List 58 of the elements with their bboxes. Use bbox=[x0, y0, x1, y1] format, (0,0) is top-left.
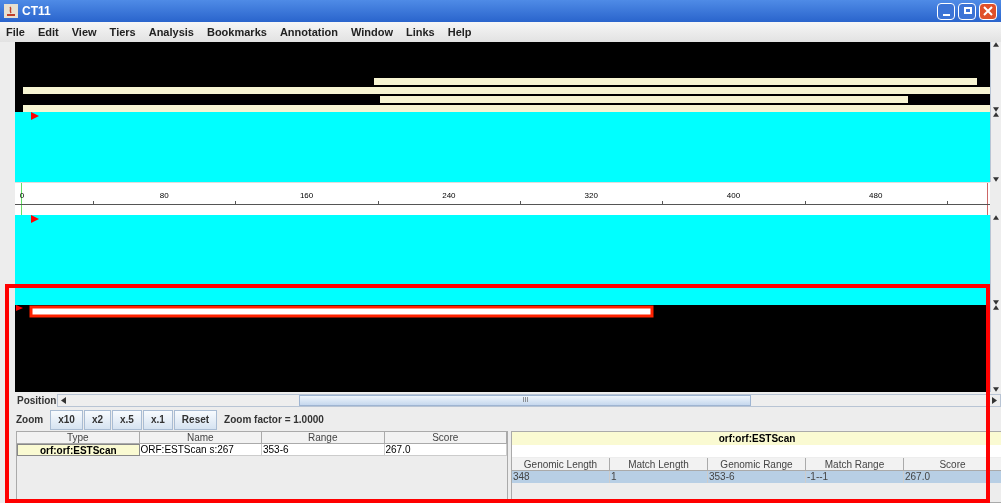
menu-item[interactable]: Window bbox=[350, 23, 393, 41]
column-header[interactable]: Name bbox=[139, 432, 262, 444]
column-header[interactable]: Range bbox=[262, 432, 385, 444]
column-header[interactable]: Score bbox=[904, 458, 1001, 471]
app-icon bbox=[4, 4, 18, 18]
table-row[interactable]: orf:orf:ESTScan ORF:ESTScan s:267 353-6 267.0 bbox=[17, 444, 507, 456]
ruler-label: 160 bbox=[299, 190, 314, 202]
menu-item[interactable]: Tiers bbox=[109, 23, 136, 41]
table-row[interactable]: 348 1 353-6 -1--1 267.0 bbox=[512, 471, 1001, 483]
column-header[interactable]: Match Range bbox=[806, 458, 904, 471]
window-title: CT11 bbox=[22, 3, 51, 20]
table-cell: ORF:ESTScan s:267 bbox=[139, 444, 262, 456]
position-label: Position bbox=[17, 393, 57, 408]
vertical-scrollbar[interactable] bbox=[990, 42, 1001, 112]
close-button[interactable] bbox=[979, 2, 997, 20]
column-header[interactable]: Genomic Length bbox=[512, 458, 610, 471]
ruler-label: 0 bbox=[19, 190, 25, 202]
zoom-button[interactable]: x10 bbox=[50, 409, 83, 430]
menu-item[interactable]: Annotation bbox=[279, 23, 338, 41]
table-cell: 1 bbox=[610, 471, 708, 483]
zoom-button[interactable]: x2 bbox=[83, 409, 112, 430]
restore-button[interactable] bbox=[958, 2, 976, 20]
menu-item[interactable]: Help bbox=[447, 23, 472, 41]
zoom-button[interactable]: Reset bbox=[173, 409, 218, 430]
table-cell: 267.0 bbox=[904, 471, 1001, 483]
table-cell: -1--1 bbox=[806, 471, 904, 483]
ruler-label: 400 bbox=[726, 190, 741, 202]
minimize-button[interactable] bbox=[937, 2, 955, 20]
menu-item[interactable]: Analysis bbox=[148, 23, 194, 41]
table-cell: 348 bbox=[512, 471, 610, 483]
vertical-scrollbar[interactable] bbox=[990, 112, 1001, 182]
menu-item[interactable]: Edit bbox=[37, 23, 59, 41]
scroll-down-icon[interactable] bbox=[993, 177, 999, 182]
close-icon bbox=[983, 6, 993, 16]
zoom-label: Zoom bbox=[16, 413, 44, 427]
vertical-scrollbar[interactable] bbox=[990, 305, 1001, 392]
ruler-label: 80 bbox=[159, 190, 169, 202]
menu-item[interactable]: Links bbox=[406, 23, 435, 41]
zoom-button[interactable]: x.5 bbox=[112, 409, 142, 430]
detail-title: orf:orf:ESTScan bbox=[512, 432, 1001, 445]
table-cell: 353-6 bbox=[262, 444, 385, 456]
column-header[interactable]: Score bbox=[384, 432, 507, 444]
vertical-scrollbar[interactable] bbox=[990, 215, 1001, 305]
table-cell: orf:orf:ESTScan bbox=[17, 444, 140, 456]
ruler-label: 480 bbox=[869, 190, 883, 202]
column-header[interactable]: Type bbox=[17, 432, 140, 444]
column-header[interactable]: Match Length bbox=[610, 458, 708, 471]
ruler-label: 240 bbox=[442, 190, 456, 202]
menu-item[interactable]: File bbox=[6, 23, 25, 41]
menu-item[interactable]: View bbox=[71, 23, 97, 41]
zoom-button[interactable]: x.1 bbox=[142, 409, 173, 430]
menu-item[interactable]: Bookmarks bbox=[206, 23, 267, 41]
column-header[interactable]: Genomic Range bbox=[708, 458, 806, 471]
table-cell: 353-6 bbox=[708, 471, 806, 483]
table-cell: 267.0 bbox=[384, 444, 507, 456]
zoom-factor: Zoom factor = 1.0000 bbox=[224, 413, 324, 427]
scroll-up-icon[interactable] bbox=[993, 215, 999, 220]
ruler-label: 320 bbox=[584, 190, 598, 202]
